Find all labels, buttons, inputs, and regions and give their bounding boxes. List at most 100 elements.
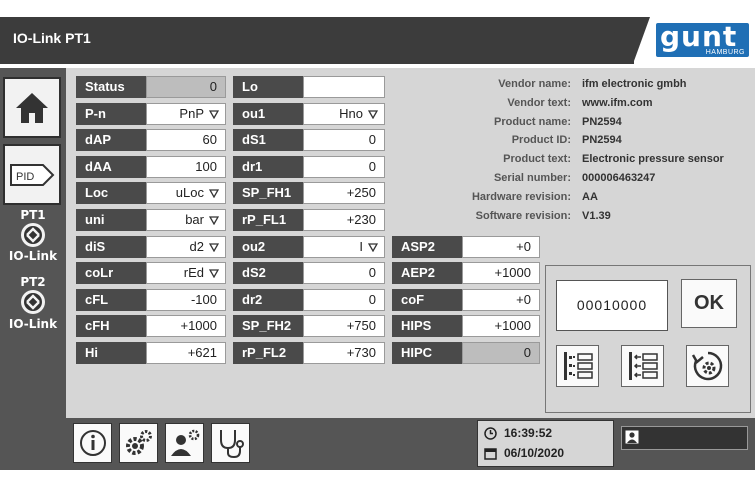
chevron-down-icon bbox=[368, 242, 378, 252]
param-label: HIPS bbox=[392, 315, 464, 338]
param-value: I bbox=[359, 238, 363, 254]
param-label: coF bbox=[392, 288, 464, 311]
param-value: +1000 bbox=[180, 318, 217, 334]
param-value: +621 bbox=[187, 345, 217, 360]
device-info-key: Product name: bbox=[493, 115, 571, 128]
param-label: SP_FH2 bbox=[233, 315, 305, 338]
param-value: +730 bbox=[346, 345, 376, 360]
param-dropdown[interactable]: d2 bbox=[146, 235, 226, 258]
param-value: -100 bbox=[190, 291, 217, 307]
gunt-logo: gunt HAMBURG bbox=[656, 23, 749, 57]
settings-button[interactable] bbox=[119, 423, 158, 463]
param-value: 0 bbox=[368, 265, 376, 281]
param-label: rP_FL2 bbox=[233, 342, 305, 364]
device-info-row: Vendor name: ifm electronic gmbh bbox=[66, 78, 755, 94]
chevron-down-icon bbox=[209, 242, 219, 252]
user-settings-icon bbox=[170, 429, 199, 456]
parameter-panel: Status 0 P-n PnP dAP 60 dAA 100 Loc uLoc uni bar diS… bbox=[66, 68, 755, 418]
clock-icon bbox=[484, 426, 497, 440]
param-label: ou2 bbox=[233, 235, 305, 258]
pt1-io-link-label: IO-Link bbox=[8, 249, 58, 263]
param-value-field[interactable]: -100 bbox=[146, 288, 226, 311]
info-icon bbox=[79, 430, 106, 456]
pid-button[interactable]: PID bbox=[3, 144, 61, 205]
reset-settings-button[interactable] bbox=[686, 345, 729, 387]
device-info-row: Product name: PN2594 bbox=[66, 116, 755, 132]
device-info-row: Vendor text: www.ifm.com bbox=[66, 97, 755, 113]
device-info-value: Electronic pressure sensor bbox=[582, 153, 724, 166]
param-value-field[interactable]: +1000 bbox=[462, 315, 540, 338]
param-value-field[interactable]: 0 bbox=[303, 288, 385, 311]
param-value-field[interactable]: 0 bbox=[303, 262, 385, 285]
pt2-io-link-button[interactable] bbox=[20, 289, 46, 320]
param-label: coLr bbox=[76, 262, 148, 285]
device-info-value: PN2594 bbox=[582, 115, 622, 128]
code-display[interactable]: 00010000 bbox=[556, 280, 668, 331]
chevron-down-icon bbox=[209, 269, 219, 279]
bottom-toolbar: 16:39:52 06/10/2020 bbox=[66, 418, 755, 470]
param-value-field[interactable]: +621 bbox=[146, 342, 226, 364]
device-info-value: www.ifm.com bbox=[582, 96, 653, 109]
read-params-button[interactable] bbox=[556, 345, 599, 387]
calendar-icon bbox=[484, 447, 497, 460]
param-label: diS bbox=[76, 235, 148, 258]
param-label: dr2 bbox=[233, 288, 305, 311]
sidebar: PID PT1 IO-Link PT2 IO-Link bbox=[0, 68, 66, 488]
param-value: rEd bbox=[183, 265, 204, 281]
param-label: cFH bbox=[76, 315, 148, 338]
ok-button[interactable]: OK bbox=[681, 279, 737, 328]
param-dropdown[interactable]: I bbox=[303, 235, 385, 258]
user-icon bbox=[625, 430, 639, 444]
pt2-label: PT2 bbox=[20, 275, 46, 289]
device-info-key: Software revision: bbox=[475, 209, 571, 222]
device-info-key: Vendor text: bbox=[507, 96, 571, 109]
device-info-value: V1.39 bbox=[582, 209, 611, 222]
device-info-key: Product ID: bbox=[511, 134, 571, 147]
home-button[interactable] bbox=[3, 77, 61, 138]
write-params-button[interactable] bbox=[621, 345, 664, 387]
param-dropdown[interactable]: rEd bbox=[146, 262, 226, 285]
device-info-row: Hardware revision: AA bbox=[66, 191, 755, 207]
reset-settings-icon bbox=[691, 351, 722, 381]
action-panel: 00010000 OK bbox=[545, 265, 751, 413]
param-value: 0 bbox=[523, 345, 531, 360]
user-settings-button[interactable] bbox=[165, 423, 204, 463]
param-value-field[interactable]: +730 bbox=[303, 342, 385, 364]
logo-subtitle: HAMBURG bbox=[705, 49, 745, 56]
time-value: 16:39:52 bbox=[504, 426, 553, 440]
param-label: Hi bbox=[76, 342, 148, 364]
settings-icon bbox=[125, 430, 152, 455]
device-info-key: Product text: bbox=[503, 153, 571, 166]
param-label: dS2 bbox=[233, 262, 305, 285]
param-value: 0 bbox=[368, 291, 376, 307]
device-info-row: Product text: Electronic pressure sensor bbox=[66, 153, 755, 169]
param-label: AEP2 bbox=[392, 262, 464, 285]
device-info-value: PN2594 bbox=[582, 134, 622, 147]
diagnostics-button[interactable] bbox=[211, 423, 250, 463]
device-info-row: Software revision: V1.39 bbox=[66, 210, 755, 226]
info-button[interactable] bbox=[73, 423, 112, 463]
pt1-label: PT1 bbox=[20, 208, 46, 222]
user-indicator[interactable] bbox=[621, 426, 748, 450]
param-value-field[interactable]: +0 bbox=[462, 235, 540, 258]
param-value-field[interactable]: +1000 bbox=[146, 315, 226, 338]
device-info-row: Product ID: PN2594 bbox=[66, 134, 755, 150]
date-value: 06/10/2020 bbox=[504, 446, 565, 460]
device-info-row: Serial number: 000006463247 bbox=[66, 172, 755, 188]
param-value-field[interactable]: +1000 bbox=[462, 262, 540, 285]
pid-label: PID bbox=[16, 171, 34, 183]
param-value-field[interactable]: +750 bbox=[303, 315, 385, 338]
param-value: +1000 bbox=[494, 265, 531, 281]
pid-icon: PID bbox=[10, 163, 55, 186]
device-info-value: AA bbox=[582, 190, 598, 203]
io-link-icon bbox=[21, 223, 45, 247]
param-value-field[interactable]: +0 bbox=[462, 288, 540, 311]
param-value: +0 bbox=[516, 238, 531, 254]
home-icon bbox=[16, 92, 48, 123]
stethoscope-icon bbox=[219, 430, 244, 459]
read-params-icon bbox=[563, 352, 593, 380]
param-label: ASP2 bbox=[392, 235, 464, 258]
date-row: 06/10/2020 bbox=[484, 446, 564, 460]
param-value: +750 bbox=[346, 318, 376, 334]
param-value: +0 bbox=[516, 291, 531, 307]
